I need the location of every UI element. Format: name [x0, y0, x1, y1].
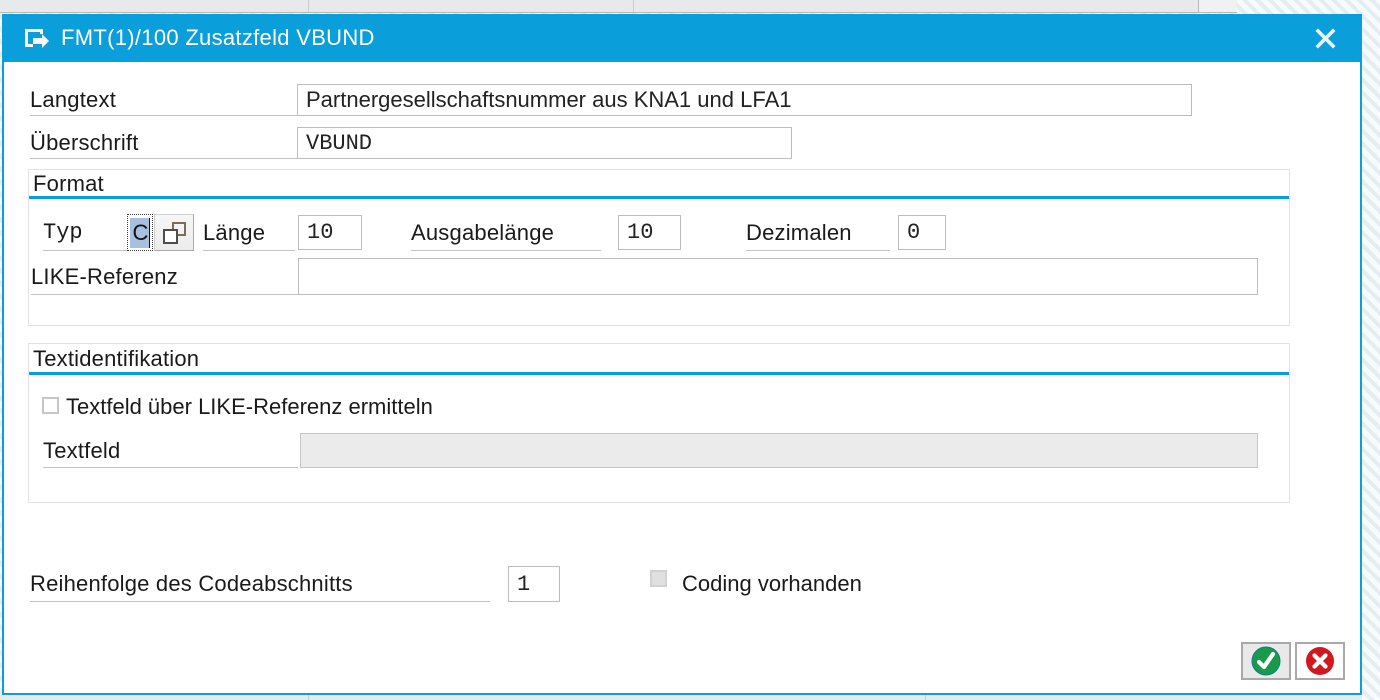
- textfeld-like-checkbox[interactable]: [42, 397, 59, 414]
- typ-value-help-button[interactable]: [154, 214, 194, 251]
- like-referenz-input[interactable]: [298, 258, 1258, 295]
- typ-label: Typ: [43, 214, 127, 251]
- format-group-title: Format: [29, 170, 1289, 199]
- typ-input[interactable]: C: [127, 214, 153, 251]
- dialog-title: FMT(1)/100 Zusatzfeld VBUND: [61, 25, 375, 51]
- ueberschrift-label: Überschrift: [30, 127, 297, 159]
- divider: [925, 695, 926, 700]
- background-bottom-strip: [0, 695, 1362, 700]
- divider: [633, 0, 634, 12]
- coding-vorhanden-checkbox: [650, 570, 667, 587]
- background-cell: [1198, 0, 1237, 12]
- laenge-input[interactable]: [298, 215, 362, 250]
- confirm-button[interactable]: [1241, 642, 1291, 680]
- format-groupbox: Format Typ C Länge Ausgabelänge Dezimale…: [28, 169, 1290, 326]
- close-button[interactable]: [1310, 23, 1340, 53]
- like-referenz-label: LIKE-Referenz: [31, 258, 298, 295]
- coding-vorhanden-checkbox-label: Coding vorhanden: [682, 566, 862, 602]
- langtext-label: Langtext: [30, 84, 297, 116]
- divider: [308, 695, 309, 700]
- dezimalen-input[interactable]: [898, 215, 946, 250]
- laenge-label: Länge: [203, 214, 295, 251]
- ausgabelaenge-label: Ausgabelänge: [411, 214, 601, 251]
- dialog-titlebar[interactable]: FMT(1)/100 Zusatzfeld VBUND: [4, 14, 1360, 62]
- textfeld-input: [300, 433, 1258, 468]
- divider: [308, 0, 309, 12]
- typ-selected-text: C: [130, 218, 151, 248]
- ausgabelaenge-input[interactable]: [618, 215, 681, 250]
- textfeld-like-checkbox-label: Textfeld über LIKE-Referenz ermitteln: [66, 394, 433, 420]
- red-cross-icon: [1305, 646, 1335, 676]
- textidentifikation-groupbox: Textidentifikation Textfeld über LIKE-Re…: [28, 343, 1290, 503]
- dialog-window-icon: [22, 26, 49, 50]
- dezimalen-label: Dezimalen: [746, 214, 890, 251]
- close-icon: [1315, 28, 1336, 49]
- reihenfolge-input[interactable]: [508, 566, 560, 602]
- textfeld-label: Textfeld: [43, 433, 298, 468]
- ueberschrift-input[interactable]: [297, 127, 792, 159]
- overlapping-windows-icon: [163, 222, 186, 244]
- dialog-content: Langtext Überschrift Format Typ C Länge …: [4, 62, 1360, 693]
- background-toolbar-strip: [0, 0, 1237, 13]
- langtext-input[interactable]: [297, 84, 1192, 116]
- reihenfolge-label: Reihenfolge des Codeabschnitts: [30, 566, 490, 602]
- green-check-icon: [1251, 646, 1281, 676]
- zusatzfeld-dialog: FMT(1)/100 Zusatzfeld VBUND Langtext Übe…: [2, 14, 1362, 695]
- cancel-button[interactable]: [1295, 642, 1345, 680]
- textidentifikation-group-title: Textidentifikation: [29, 344, 1289, 375]
